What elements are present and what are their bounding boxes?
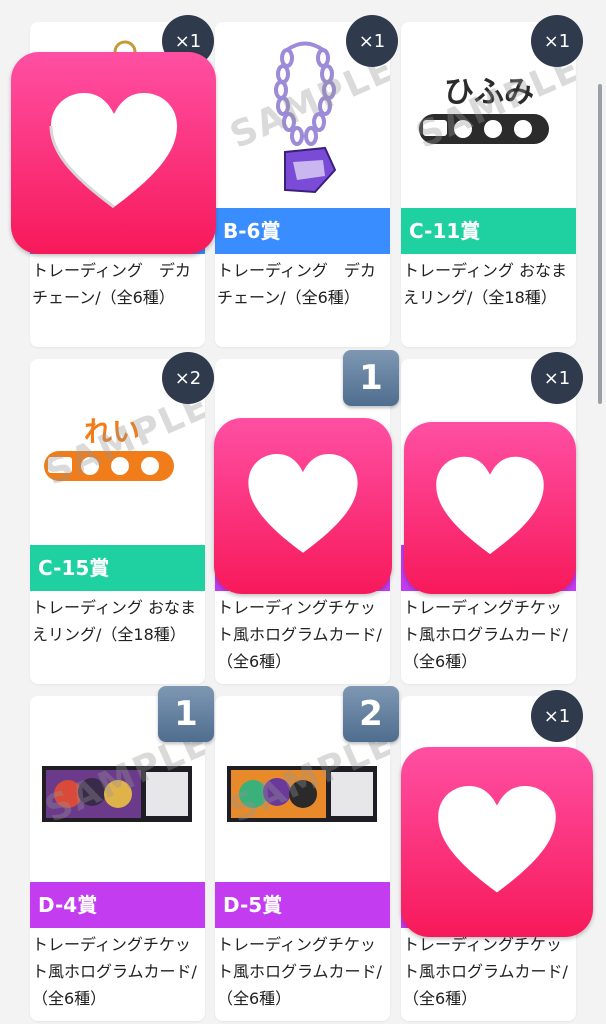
favorite-heart-icon[interactable] (401, 747, 593, 937)
prize-grid: トレーディング デカチェーン/（全6種） SAMPLE B-6賞 トレーディング… (0, 0, 606, 1024)
item-title: トレーディングチケット風ホログラムカード/（全6種） (217, 598, 382, 671)
item-title: トレーディング デカチェーン/（全6種） (217, 261, 376, 307)
quantity-badge: ×1 (531, 690, 583, 742)
prize-card[interactable]: SAMPLE D-5賞 トレーディングチケット風ホログラムカード/（全6種） (215, 696, 390, 1021)
prize-card[interactable]: SAMPLE B-6賞 トレーディング デカチェーン/（全6種） (215, 22, 390, 347)
prize-label: B-6賞 (215, 208, 390, 254)
number-badge: 1 (343, 350, 399, 406)
heart-icon (49, 93, 177, 209)
scrollbar-thumb[interactable] (598, 84, 602, 404)
item-title: トレーディングチケット風ホログラムカード/（全6種） (217, 935, 382, 1008)
prize-card[interactable]: SAMPLE D-4賞 トレーディングチケット風ホログラムカード/（全6種） (30, 696, 205, 1021)
quantity-badge: ×1 (531, 352, 583, 404)
prize-card[interactable]: れい SAMPLE C-15賞 トレーディング おなまえリング/（全18種） (30, 359, 205, 684)
prize-label: C-11賞 (401, 208, 576, 254)
quantity-badge: ×2 (162, 352, 214, 404)
item-title: トレーディング デカチェーン/（全6種） (32, 261, 191, 307)
quantity-badge: ×1 (531, 15, 583, 67)
item-title: トレーディングチケット風ホログラムカード/（全6種） (403, 598, 568, 671)
heart-icon (436, 456, 544, 555)
prize-label: C-15賞 (30, 545, 205, 591)
item-title: トレーディング おなまえリング/（全18種） (403, 261, 567, 307)
quantity-badge: ×1 (346, 15, 398, 67)
favorite-heart-icon[interactable] (214, 418, 392, 594)
prize-label: D-4賞 (30, 882, 205, 928)
heart-icon (248, 454, 358, 553)
prize-label: D-5賞 (215, 882, 390, 928)
number-badge: 1 (158, 686, 214, 742)
item-title: トレーディング おなまえリング/（全18種） (32, 598, 196, 644)
item-title: トレーディングチケット風ホログラムカード/（全6種） (403, 935, 568, 1008)
heart-icon (438, 786, 556, 893)
number-badge: 2 (343, 686, 399, 742)
prize-card[interactable]: ひふみ SAMPLE C-11賞 トレーディング おなまえリング/（全18種） (401, 22, 576, 347)
item-title: トレーディングチケット風ホログラムカード/（全6種） (32, 935, 197, 1008)
favorite-heart-icon[interactable] (404, 422, 576, 594)
favorite-heart-icon[interactable] (11, 52, 216, 254)
